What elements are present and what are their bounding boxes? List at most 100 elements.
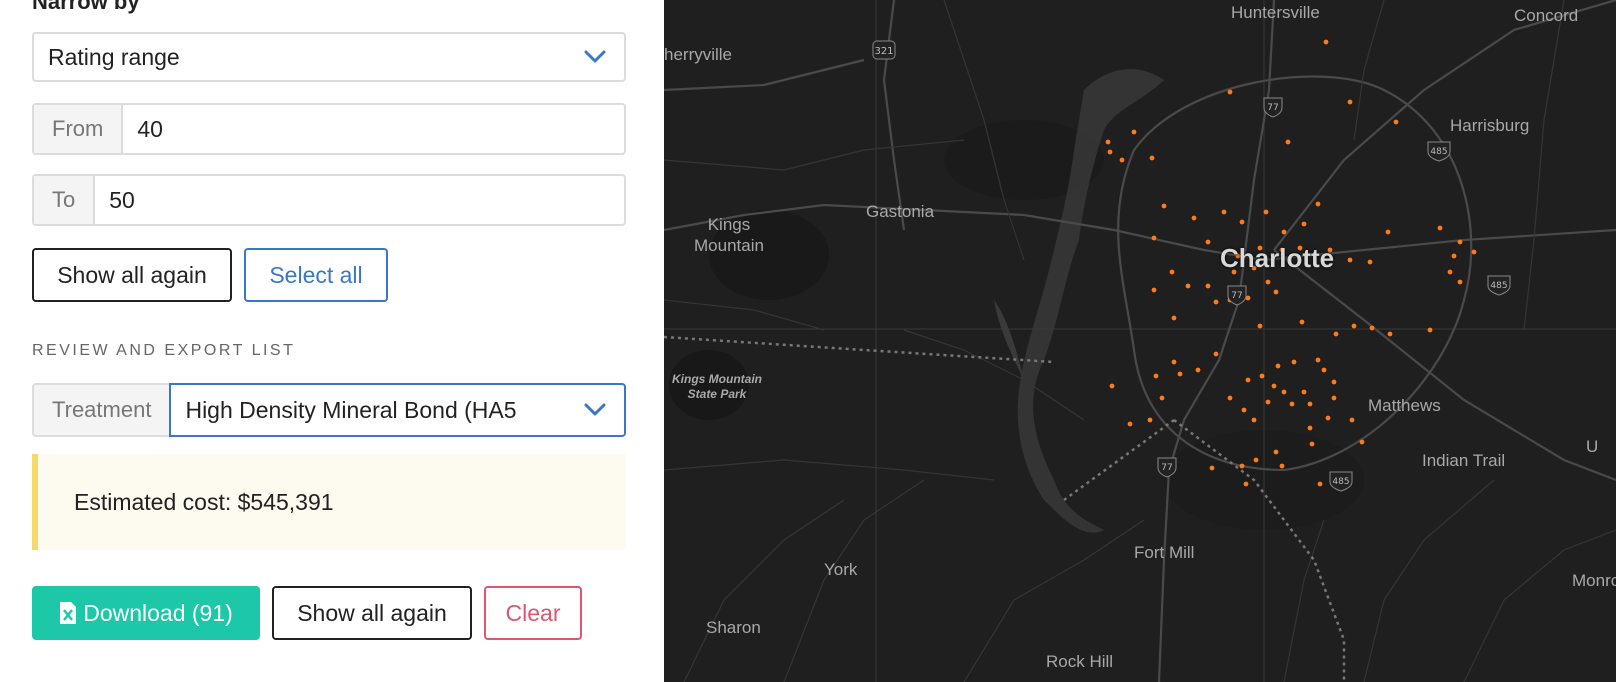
map-point[interactable] (1153, 373, 1159, 379)
map-point[interactable] (1159, 395, 1165, 401)
map-point[interactable] (1351, 323, 1357, 329)
map-view[interactable]: 321 77 485 77 485 77 485 Huntersville Co… (664, 0, 1616, 682)
map-point[interactable] (1109, 383, 1115, 389)
map-point[interactable] (1359, 439, 1365, 445)
treatment-select[interactable]: High Density Mineral Bond (HA5 (169, 383, 626, 437)
map-point[interactable] (1317, 481, 1323, 487)
map-point[interactable] (1271, 383, 1277, 389)
shield-label: 77 (1161, 463, 1172, 473)
map-point[interactable] (1451, 253, 1457, 259)
map-point[interactable] (1151, 235, 1157, 241)
map-point[interactable] (1209, 465, 1215, 471)
map-point[interactable] (1307, 401, 1313, 407)
map-point[interactable] (1263, 209, 1269, 215)
map-point[interactable] (1151, 287, 1157, 293)
map-point[interactable] (1289, 401, 1295, 407)
map-point[interactable] (1471, 249, 1477, 255)
map-point[interactable] (1147, 417, 1153, 423)
show-all-again-button-bottom[interactable]: Show all again (272, 586, 472, 640)
map-point[interactable] (1273, 289, 1279, 295)
map-point[interactable] (1279, 463, 1285, 469)
shield-label: 485 (1332, 477, 1349, 487)
map-point[interactable] (1331, 395, 1337, 401)
map-point[interactable] (1265, 279, 1271, 285)
to-input[interactable]: 50 (95, 176, 624, 224)
map-point[interactable] (1185, 283, 1191, 289)
map-point[interactable] (1307, 425, 1313, 431)
map-point[interactable] (1347, 99, 1353, 105)
map-point[interactable] (1205, 239, 1211, 245)
map-point[interactable] (1227, 89, 1233, 95)
map-point[interactable] (1301, 389, 1307, 395)
map-point[interactable] (1333, 331, 1339, 337)
map-point[interactable] (1281, 229, 1287, 235)
map-point[interactable] (1169, 269, 1175, 275)
map-point[interactable] (1437, 225, 1443, 231)
map-point[interactable] (1221, 209, 1227, 215)
map-point[interactable] (1447, 269, 1453, 275)
map-point[interactable] (1331, 379, 1337, 385)
download-button[interactable]: Download (91) (32, 586, 260, 640)
map-point[interactable] (1257, 323, 1263, 329)
map-point[interactable] (1285, 139, 1291, 145)
map-point[interactable] (1191, 215, 1197, 221)
map-point[interactable] (1325, 415, 1331, 421)
map-point[interactable] (1321, 367, 1327, 373)
map-point[interactable] (1299, 319, 1305, 325)
map-point[interactable] (1131, 129, 1137, 135)
map-point[interactable] (1149, 155, 1155, 161)
map-point[interactable] (1273, 449, 1279, 455)
map-point[interactable] (1253, 457, 1259, 463)
map-point[interactable] (1177, 371, 1183, 377)
map-point[interactable] (1393, 119, 1399, 125)
map-point[interactable] (1367, 259, 1373, 265)
map-point[interactable] (1309, 441, 1315, 447)
map-point[interactable] (1245, 377, 1251, 383)
map-point[interactable] (1213, 299, 1219, 305)
map-point[interactable] (1161, 203, 1167, 209)
place-label-gastonia: Gastonia (866, 202, 935, 221)
map-point[interactable] (1119, 157, 1125, 163)
place-label-kings-mountain-state-park: Kings Mountain State Park (672, 372, 762, 401)
map-point[interactable] (1107, 149, 1113, 155)
from-input[interactable]: 40 (123, 105, 624, 153)
map-point[interactable] (1205, 283, 1211, 289)
show-all-again-button[interactable]: Show all again (32, 248, 232, 302)
map-point[interactable] (1301, 221, 1307, 227)
map-point[interactable] (1315, 201, 1321, 207)
map-point[interactable] (1291, 359, 1297, 365)
map-point[interactable] (1275, 363, 1281, 369)
map-point[interactable] (1195, 367, 1201, 373)
map-point[interactable] (1251, 417, 1257, 423)
map-point[interactable] (1105, 139, 1111, 145)
map-point[interactable] (1457, 279, 1463, 285)
treatment-input-group: Treatment High Density Mineral Bond (HA5 (32, 383, 626, 437)
map-point[interactable] (1265, 399, 1271, 405)
narrow-by-select[interactable]: Rating range (32, 32, 626, 82)
select-all-button[interactable]: Select all (244, 248, 388, 302)
map-point[interactable] (1369, 325, 1375, 331)
map-point[interactable] (1323, 39, 1329, 45)
map-point[interactable] (1315, 357, 1321, 363)
map-point[interactable] (1171, 315, 1177, 321)
map-point[interactable] (1227, 395, 1233, 401)
map-point[interactable] (1171, 359, 1177, 365)
map-point[interactable] (1457, 239, 1463, 245)
map-point[interactable] (1241, 407, 1247, 413)
map-point[interactable] (1239, 463, 1245, 469)
map-point[interactable] (1387, 331, 1393, 337)
map-point[interactable] (1243, 481, 1249, 487)
map-point[interactable] (1385, 229, 1391, 235)
map-point[interactable] (1213, 351, 1219, 357)
map-point[interactable] (1259, 373, 1265, 379)
place-label-fort-mill: Fort Mill (1134, 543, 1195, 562)
shield-label: 321 (874, 46, 893, 57)
map-point[interactable] (1281, 389, 1287, 395)
clear-button[interactable]: Clear (484, 586, 582, 640)
place-label-kings-mountain: Kings Mountain (694, 215, 764, 255)
map-point[interactable] (1239, 219, 1245, 225)
map-point[interactable] (1347, 257, 1353, 263)
map-point[interactable] (1349, 417, 1355, 423)
map-point[interactable] (1427, 327, 1433, 333)
map-point[interactable] (1127, 421, 1133, 427)
